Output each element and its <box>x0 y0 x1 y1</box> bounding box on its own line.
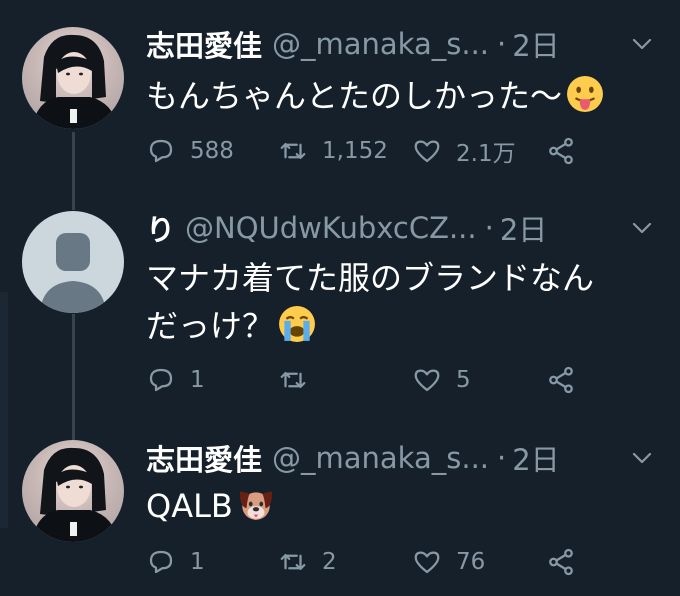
tweet-text: QALB <box>146 482 640 530</box>
share-icon <box>549 548 573 576</box>
reply-count: 1 <box>190 367 205 393</box>
avatar[interactable] <box>22 440 124 542</box>
share-button[interactable] <box>546 542 576 582</box>
tweet-text: マナカ着てた服のブランドなん だっけ？ <box>146 254 640 350</box>
retweet-icon <box>280 554 306 570</box>
like-count: 5 <box>456 367 471 393</box>
tweet-actions: 1 5 <box>0 360 680 400</box>
retweet-count: 1,152 <box>322 138 388 164</box>
retweet-icon <box>280 143 306 159</box>
timestamp[interactable]: 2日 <box>512 23 559 65</box>
share-button[interactable] <box>546 360 576 400</box>
separator-dot: · <box>497 27 507 61</box>
loudly-crying-face-emoji <box>279 306 315 342</box>
like-button[interactable]: 76 <box>412 542 485 582</box>
reply-button[interactable]: 1 <box>146 542 205 582</box>
like-button[interactable]: 5 <box>412 360 471 400</box>
display-name[interactable]: り <box>146 207 175 249</box>
reply-count: 588 <box>190 138 234 164</box>
tongue-face-emoji <box>567 76 603 112</box>
retweet-button[interactable] <box>278 360 322 400</box>
tweet-header: 志田愛佳 @_manaka_s... · 2日 <box>146 438 654 478</box>
separator-dot: · <box>484 211 494 245</box>
tweet-text-line: マナカ着てた服のブランドなん <box>146 259 595 297</box>
like-count: 76 <box>456 549 486 575</box>
avatar-photo-icon <box>32 34 118 129</box>
chevron-down-icon[interactable] <box>630 216 654 240</box>
reply-count: 1 <box>190 549 205 575</box>
dog-face-emoji <box>239 491 272 520</box>
user-handle[interactable]: @_manaka_s... <box>272 27 489 61</box>
tweet-text-line: だっけ？ <box>146 302 640 350</box>
tweet[interactable]: り @NQUdwKubxcCZ... · 2日 マナカ着てた服のブランドなん だ… <box>0 200 680 420</box>
reply-icon <box>149 368 173 392</box>
tweet-text: もんちゃんとたのしかった〜 <box>146 72 640 120</box>
separator-dot: · <box>497 441 507 475</box>
default-profile-icon <box>40 233 106 313</box>
retweet-count: 2 <box>322 549 337 575</box>
reply-button[interactable]: 588 <box>146 131 234 171</box>
share-button[interactable] <box>546 131 576 171</box>
like-button[interactable]: 2.1万 <box>412 131 516 171</box>
chevron-down-icon[interactable] <box>630 32 654 56</box>
avatar[interactable] <box>22 27 124 129</box>
heart-icon <box>414 140 440 163</box>
retweet-button[interactable]: 2 <box>278 542 337 582</box>
tweet-text-content: だっけ？ <box>146 307 275 345</box>
reply-button[interactable]: 1 <box>146 360 205 400</box>
heart-icon <box>414 551 440 574</box>
heart-icon <box>414 369 440 392</box>
reply-icon <box>149 139 173 163</box>
user-handle[interactable]: @NQUdwKubxcCZ... <box>185 211 477 245</box>
timestamp[interactable]: 2日 <box>500 207 547 249</box>
user-handle[interactable]: @_manaka_s... <box>272 441 489 475</box>
tweet-text-content: もんちゃんとたのしかった〜 <box>146 77 563 115</box>
avatar-photo-icon <box>32 447 118 542</box>
tweet-header: 志田愛佳 @_manaka_s... · 2日 <box>146 24 654 64</box>
tweet-header: り @NQUdwKubxcCZ... · 2日 <box>146 208 654 248</box>
share-icon <box>549 137 573 165</box>
like-count: 2.1万 <box>456 141 516 167</box>
avatar[interactable] <box>22 211 124 313</box>
tweet-actions: 1 2 76 <box>0 542 680 582</box>
tweet[interactable]: 志田愛佳 @_manaka_s... · 2日 もんちゃんとたのしかった〜 58… <box>0 0 680 200</box>
display-name[interactable]: 志田愛佳 <box>146 23 262 65</box>
retweet-button[interactable]: 1,152 <box>278 131 388 171</box>
tweet[interactable]: 志田愛佳 @_manaka_s... · 2日 QALB 1 2 76 <box>0 420 680 596</box>
timestamp[interactable]: 2日 <box>512 437 559 479</box>
share-icon <box>549 366 573 394</box>
tweet-actions: 588 1,152 2.1万 <box>0 131 680 171</box>
retweet-icon <box>280 372 306 388</box>
display-name[interactable]: 志田愛佳 <box>146 437 262 479</box>
reply-icon <box>149 550 173 574</box>
chevron-down-icon[interactable] <box>630 446 654 470</box>
tweet-text-content: QALB <box>146 487 233 525</box>
